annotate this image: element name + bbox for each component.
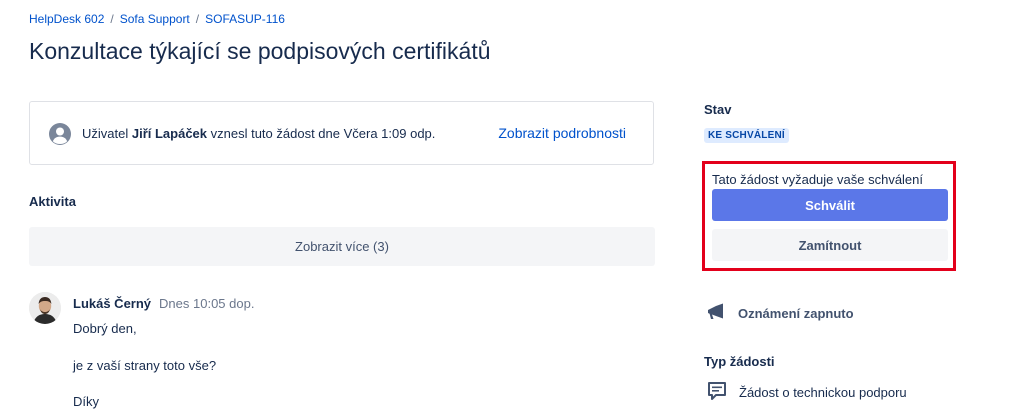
breadcrumb-issue-key[interactable]: SOFASUP-116	[205, 12, 285, 26]
status-badge: KE SCHVÁLENÍ	[704, 128, 789, 143]
show-details-link[interactable]: Zobrazit podrobnosti	[498, 125, 626, 141]
notification-label: Oznámení zapnuto	[738, 306, 854, 321]
comment-timestamp: Dnes 10:05 dop.	[159, 296, 255, 311]
approve-button[interactable]: Schválit	[712, 189, 948, 221]
page-title: Konzultace týkající se podpisových certi…	[29, 38, 491, 64]
request-type: Žádost o technickou podporu	[707, 382, 907, 403]
breadcrumb-sofa-support[interactable]: Sofa Support	[120, 12, 190, 26]
breadcrumb: HelpDesk 602 / Sofa Support / SOFASUP-11…	[29, 12, 285, 26]
request-creator-text: Uživatel Jiří Lapáček vznesl tuto žádost…	[82, 126, 435, 141]
breadcrumb-separator: /	[110, 12, 114, 26]
user-avatar-icon	[49, 123, 71, 145]
breadcrumb-separator: /	[195, 12, 200, 26]
activity-heading: Aktivita	[29, 194, 76, 209]
request-type-value: Žádost o technickou podporu	[739, 385, 907, 400]
status-heading: Stav	[704, 102, 732, 117]
notification-toggle[interactable]: Oznámení zapnuto	[706, 303, 854, 324]
comment-icon	[707, 382, 727, 403]
approval-required-text: Tato žádost vyžaduje vaše schválení	[712, 172, 924, 187]
request-user-name: Jiří Lapáček	[131, 126, 208, 141]
comment-line: je z vaší strany toto vše?	[73, 358, 217, 373]
decline-button[interactable]: Zamítnout	[712, 229, 948, 261]
megaphone-icon	[706, 303, 726, 324]
request-info-card: Uživatel Jiří Lapáček vznesl tuto žádost…	[29, 101, 654, 165]
request-suffix: vznesl tuto žádost dne Včera 1:09 odp.	[207, 126, 436, 141]
breadcrumb-helpdesk[interactable]: HelpDesk 602	[29, 12, 104, 26]
comment-line: Dobrý den,	[73, 321, 137, 336]
comment-header: Lukáš Černý Dnes 10:05 dop.	[73, 296, 254, 311]
comment-line: Díky	[73, 394, 99, 409]
request-prefix: Uživatel	[82, 126, 132, 141]
comment-author[interactable]: Lukáš Černý	[73, 296, 151, 311]
request-type-heading: Typ žádosti	[704, 354, 775, 369]
comment-author-avatar[interactable]	[29, 292, 61, 324]
show-more-button[interactable]: Zobrazit více (3)	[29, 227, 655, 266]
